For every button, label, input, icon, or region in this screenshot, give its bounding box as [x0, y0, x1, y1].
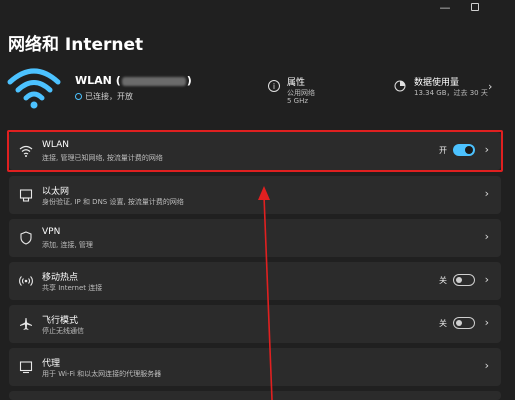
item-title: WLAN — [42, 140, 70, 150]
item-title: 代理 — [42, 359, 61, 369]
settings-item-ethernet[interactable]: 以太网 身份验证, IP 和 DNS 设置, 按流量计费的网络 › — [9, 176, 501, 214]
chevron-right-icon: › — [484, 273, 489, 286]
minimize-button[interactable]: — — [432, 0, 458, 14]
settings-item-mobile-hotspot[interactable]: 移动热点 共享 Internet 连接 关 › — [9, 262, 501, 300]
item-title: VPN — [42, 227, 61, 237]
settings-item-wlan[interactable]: WLAN 连接, 管理已知网络, 按流量计费的网络 开 › — [9, 132, 501, 170]
item-subtitle: 身份验证, IP 和 DNS 设置, 按流量计费的网络 — [42, 198, 184, 206]
settings-item-vpn[interactable]: VPN 添加, 连接, 管理 › — [9, 219, 501, 257]
network-name-prefix: WLAN ( — [75, 74, 121, 87]
shield-icon — [20, 231, 32, 245]
airplane-mode-toggle[interactable] — [453, 317, 475, 329]
settings-item-airplane-mode[interactable]: 飞行模式 停止无线通信 关 › — [9, 305, 501, 343]
restore-button[interactable] — [468, 0, 482, 14]
item-subtitle: 添加, 连接, 管理 — [42, 241, 93, 249]
item-subtitle: 连接, 管理已知网络, 按流量计费的网络 — [42, 154, 163, 162]
chevron-right-icon: › — [484, 359, 489, 372]
toggle-label: 关 — [439, 276, 447, 285]
settings-item-next[interactable] — [9, 391, 501, 400]
chevron-right-icon[interactable]: › — [488, 80, 492, 93]
chevron-right-icon: › — [484, 187, 489, 200]
proxy-icon — [19, 361, 33, 374]
ethernet-icon — [19, 189, 33, 202]
item-subtitle: 共享 Internet 连接 — [42, 284, 103, 292]
item-title: 飞行模式 — [42, 316, 79, 326]
item-title: 移动热点 — [42, 273, 79, 283]
wifi-signal-icon — [7, 68, 61, 109]
page-title: 网络和 Internet — [8, 35, 144, 55]
network-band: 5 GHz — [287, 97, 309, 105]
restore-icon — [471, 3, 479, 11]
chevron-right-icon: › — [484, 143, 489, 156]
settings-item-proxy[interactable]: 代理 用于 Wi-Fi 和以太网连接的代理服务器 › — [9, 348, 501, 386]
connection-status-text: 已连接，开放 — [85, 92, 133, 101]
toggle-label: 开 — [439, 146, 447, 155]
data-usage-link[interactable]: 数据使用量 — [414, 75, 459, 88]
chevron-right-icon: › — [484, 230, 489, 243]
data-usage-icon — [394, 80, 406, 92]
item-subtitle: 停止无线通信 — [42, 327, 84, 335]
chevron-right-icon: › — [484, 316, 489, 329]
wlan-toggle[interactable] — [453, 144, 475, 156]
globe-icon — [75, 93, 82, 100]
toggle-label: 关 — [439, 319, 447, 328]
hotspot-icon — [19, 276, 33, 286]
item-title: 以太网 — [42, 187, 70, 197]
item-subtitle: 用于 Wi-Fi 和以太网连接的代理服务器 — [42, 370, 162, 378]
airplane-icon — [20, 318, 32, 330]
mobile-hotspot-toggle[interactable] — [453, 274, 475, 286]
properties-link[interactable]: 属性 — [287, 75, 305, 88]
info-icon[interactable]: i — [268, 80, 280, 92]
redacted-ssid — [121, 76, 186, 86]
connection-status: 已连接，开放 — [75, 91, 133, 102]
network-name-suffix: ) — [186, 74, 192, 87]
data-usage-detail: 13.34 GB，过去 30 天 — [414, 89, 488, 97]
connected-network-name: WLAN () — [75, 74, 192, 87]
wifi-icon — [19, 145, 33, 157]
